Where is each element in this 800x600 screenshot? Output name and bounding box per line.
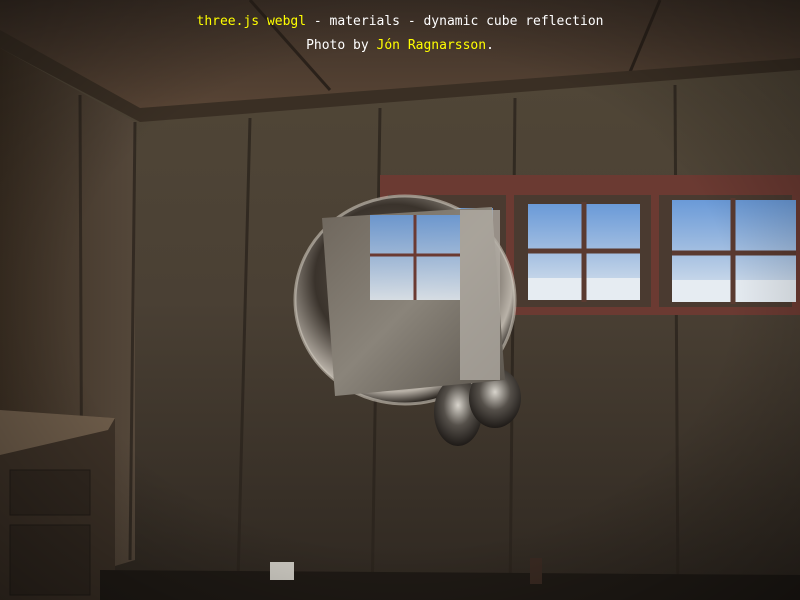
info-overlay: three.js webgl - materials - dynamic cub… (0, 10, 800, 58)
photo-credit-prefix: Photo by (306, 38, 377, 53)
photo-credit-suffix: . (486, 38, 494, 53)
info-title-line: three.js webgl - materials - dynamic cub… (0, 10, 800, 34)
room-scene (0, 0, 800, 600)
photo-credit-line: Photo by Jón Ragnarsson. (0, 34, 800, 58)
info-title-text: - materials - dynamic cube reflection (306, 14, 604, 29)
webgl-canvas[interactable] (0, 0, 800, 600)
threejs-link[interactable]: three.js webgl (197, 14, 307, 29)
photographer-link[interactable]: Jón Ragnarsson (377, 38, 487, 53)
